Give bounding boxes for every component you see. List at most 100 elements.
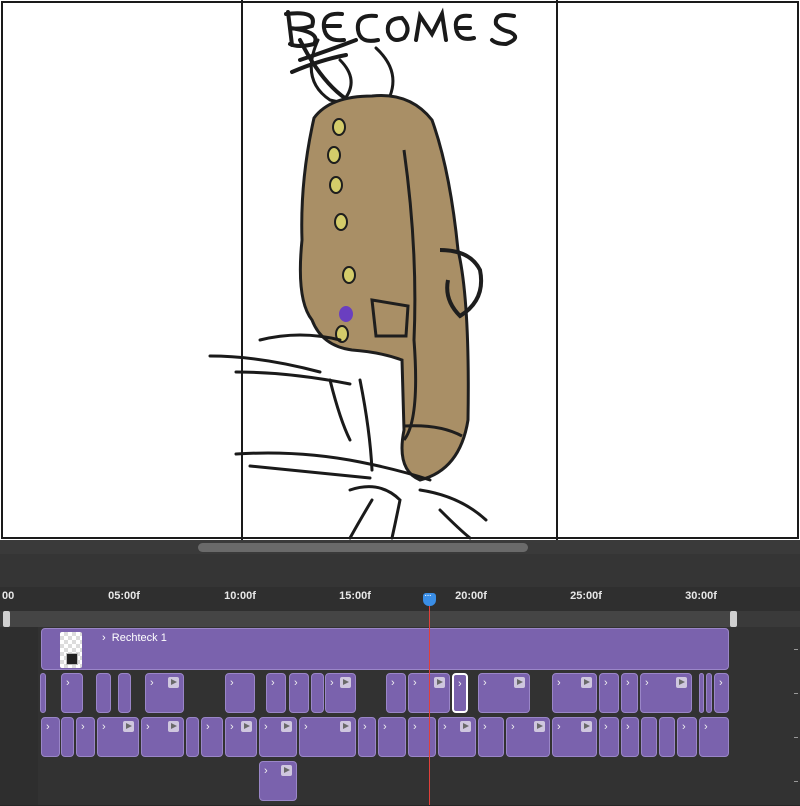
play-icon xyxy=(281,765,292,776)
selected-clip[interactable]: › xyxy=(452,673,468,713)
title-scribble xyxy=(284,7,518,112)
chevron-right-icon: › xyxy=(102,721,106,733)
clip[interactable] xyxy=(706,673,712,713)
clip[interactable]: › xyxy=(299,717,356,757)
chevron-right-icon: › xyxy=(264,721,268,733)
chevron-right-icon: › xyxy=(304,721,308,733)
chevron-right-icon: › xyxy=(150,677,154,689)
track-end-mark xyxy=(794,737,798,738)
chevron-right-icon: › xyxy=(704,721,708,733)
chevron-right-icon: › xyxy=(682,721,686,733)
chevron-right-icon: › xyxy=(719,677,723,689)
clip[interactable] xyxy=(659,717,675,757)
clip[interactable] xyxy=(118,673,131,713)
chevron-right-icon: › xyxy=(604,721,608,733)
play-icon xyxy=(123,721,134,732)
clip[interactable]: › xyxy=(640,673,692,713)
play-icon xyxy=(281,721,292,732)
chevron-right-icon: › xyxy=(81,721,85,733)
clip[interactable]: › xyxy=(408,717,436,757)
clip[interactable]: › xyxy=(259,717,297,757)
clip[interactable]: › xyxy=(201,717,223,757)
clip[interactable]: › xyxy=(677,717,697,757)
work-area-bar[interactable] xyxy=(8,611,734,627)
clip[interactable]: › xyxy=(76,717,95,757)
clip[interactable]: › xyxy=(289,673,309,713)
clip[interactable]: › xyxy=(378,717,406,757)
clip[interactable]: › xyxy=(599,673,619,713)
clip[interactable]: › xyxy=(621,717,639,757)
play-icon xyxy=(168,721,179,732)
play-icon xyxy=(534,721,545,732)
clip[interactable]: › xyxy=(478,673,530,713)
chevron-right-icon: › xyxy=(557,721,561,733)
clip[interactable] xyxy=(641,717,657,757)
play-icon xyxy=(581,721,592,732)
clip[interactable]: › xyxy=(699,717,729,757)
shape-layer-icon xyxy=(66,653,78,665)
main-layer-clip[interactable]: › Rechteck 1 xyxy=(41,628,729,670)
playhead-handle[interactable] xyxy=(423,590,436,606)
track-end-mark xyxy=(794,649,798,650)
ruler-label-0: 00 xyxy=(2,590,15,602)
clip[interactable] xyxy=(40,673,46,713)
clip[interactable]: › xyxy=(266,673,286,713)
chevron-right-icon: › xyxy=(511,721,515,733)
chevron-right-icon: › xyxy=(46,721,50,733)
chevron-right-icon: › xyxy=(557,677,561,689)
chevron-right-icon: › xyxy=(391,677,395,689)
play-icon xyxy=(340,677,351,688)
canvas-area[interactable] xyxy=(0,0,800,540)
track-end-mark xyxy=(794,781,798,782)
clip[interactable]: › xyxy=(41,717,60,757)
clip[interactable]: › xyxy=(478,717,504,757)
clip[interactable]: › xyxy=(259,761,297,801)
playhead-line xyxy=(429,605,430,805)
chevron-right-icon: › xyxy=(294,677,298,689)
work-area-end-handle[interactable] xyxy=(730,611,737,627)
play-icon xyxy=(241,721,252,732)
clip[interactable]: › xyxy=(225,673,255,713)
chevron-right-icon: › xyxy=(626,677,630,689)
chevron-right-icon: › xyxy=(146,721,150,733)
clip[interactable]: › xyxy=(438,717,476,757)
clip[interactable]: › xyxy=(358,717,376,757)
ruler-label-3: 15:00f xyxy=(339,590,371,602)
clip[interactable]: › xyxy=(506,717,550,757)
ruler-label-5: 25:00f xyxy=(570,590,602,602)
clip[interactable]: › xyxy=(97,717,139,757)
clip[interactable]: › xyxy=(325,673,356,713)
clip[interactable] xyxy=(96,673,111,713)
clip[interactable]: › xyxy=(141,717,184,757)
clip[interactable] xyxy=(61,717,74,757)
clip[interactable]: › xyxy=(145,673,184,713)
track-lane-4 xyxy=(0,759,800,806)
clip[interactable]: › xyxy=(225,717,257,757)
ruler-label-1: 05:00f xyxy=(108,590,140,602)
play-icon xyxy=(434,677,445,688)
clip[interactable]: › xyxy=(386,673,406,713)
clip[interactable]: › xyxy=(61,673,83,713)
work-area-start-handle[interactable] xyxy=(3,611,10,627)
clip[interactable]: › xyxy=(621,673,638,713)
chevron-right-icon: › xyxy=(413,677,417,689)
main-layer-name: Rechteck 1 xyxy=(111,632,167,644)
clip[interactable]: › xyxy=(714,673,729,713)
clip[interactable]: › xyxy=(552,673,597,713)
chevron-right-icon: › xyxy=(645,677,649,689)
track-header-column xyxy=(0,627,38,805)
clip[interactable]: › xyxy=(599,717,619,757)
play-icon xyxy=(460,721,471,732)
chevron-right-icon: › xyxy=(483,677,487,689)
chevron-right-icon: › xyxy=(271,677,275,689)
scrollbar-thumb[interactable] xyxy=(198,543,528,552)
clip[interactable] xyxy=(699,673,704,713)
chevron-right-icon: › xyxy=(230,721,234,733)
play-icon xyxy=(340,721,351,732)
clip[interactable] xyxy=(186,717,199,757)
clip[interactable] xyxy=(311,673,324,713)
chevron-right-icon: › xyxy=(383,721,387,733)
play-icon xyxy=(168,677,179,688)
clip[interactable]: › xyxy=(552,717,597,757)
chevron-right-icon: › xyxy=(413,721,417,733)
